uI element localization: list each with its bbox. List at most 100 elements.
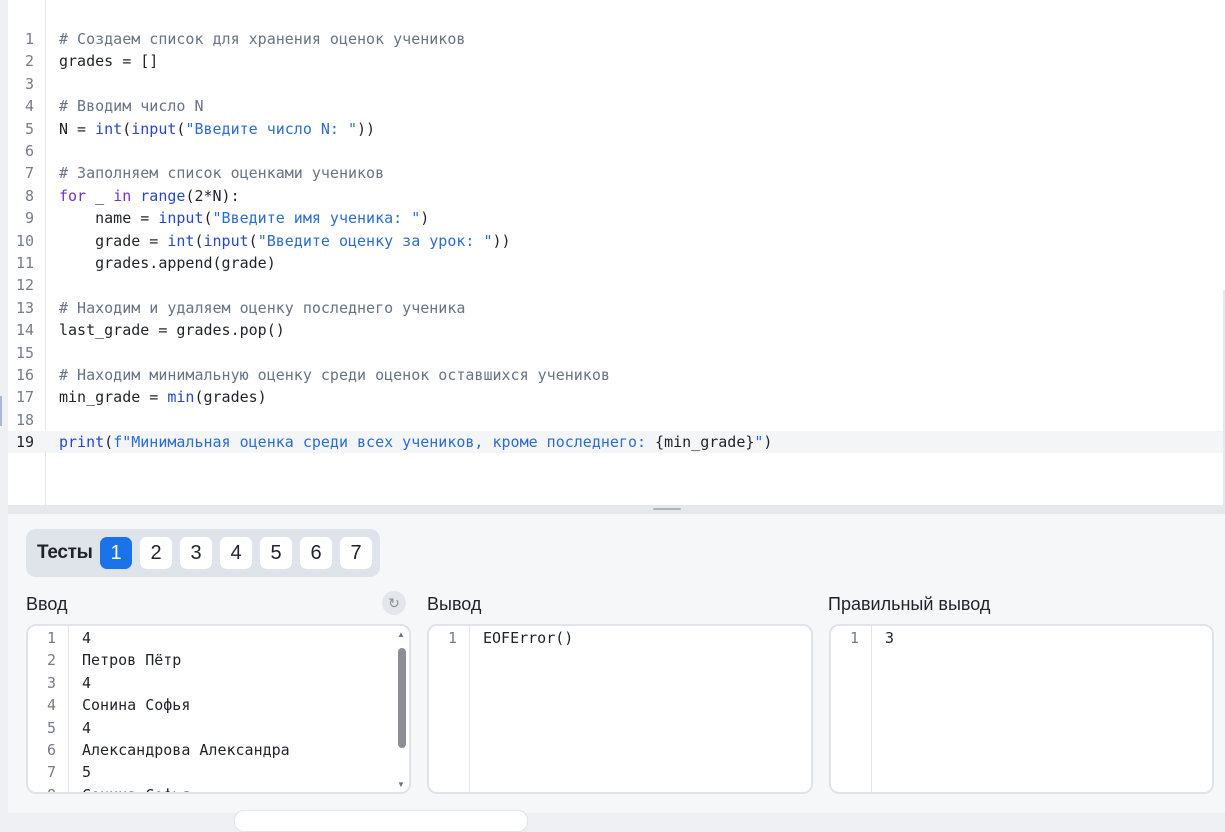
test-tab-4[interactable]: 4 [220, 537, 252, 569]
code-text[interactable]: grade = int(input("Введите оценку за уро… [59, 230, 511, 252]
scroll-up-icon[interactable]: ▲ [395, 630, 407, 640]
code-line[interactable]: 15 [8, 342, 1225, 364]
line-number: 7 [24, 164, 34, 183]
code-text[interactable]: N = int(input("Введите число N: ")) [59, 118, 375, 140]
line-number: 6 [46, 741, 56, 759]
code-line[interactable]: 19 print(f"Минимальная оценка среди всех … [8, 431, 1225, 454]
tests-label: Тесты [37, 542, 93, 563]
code-line[interactable]: 17 min_grade = min(grades) [8, 386, 1225, 408]
code-line[interactable]: 3 [8, 73, 1225, 95]
code-token: input [203, 231, 249, 250]
code-line[interactable]: 11 grades.append(grade) [8, 252, 1225, 274]
code-line[interactable]: 1 # Создаем список для хранения оценок уч… [8, 28, 1225, 50]
line-change-marker [0, 396, 2, 426]
code-text[interactable]: name = input("Введите имя ученика: ") [59, 207, 429, 229]
line-number: 19 [15, 433, 34, 452]
code-line[interactable]: 4 # Вводим число N [8, 95, 1225, 117]
output-gutter [469, 626, 470, 792]
code-line[interactable]: 6 [8, 140, 1225, 162]
code-token: N = [59, 119, 96, 138]
bottom-control[interactable] [234, 810, 528, 832]
line-number: 4 [24, 97, 34, 116]
code-text[interactable]: # Заполняем список оценками учеников [59, 162, 384, 184]
code-token: name = [59, 209, 159, 228]
code-token: )) [492, 231, 511, 250]
code-line[interactable]: 18 [8, 409, 1225, 431]
refresh-icon[interactable]: ↻ [382, 591, 406, 615]
input-line: 4 Сонина Софья [28, 694, 409, 716]
output-line: 1 EOFError() [429, 627, 811, 649]
expected-text: 3 [885, 629, 895, 647]
code-line[interactable]: 13 # Находим и удаляем оценку последнего … [8, 297, 1225, 319]
test-tab-7[interactable]: 7 [340, 537, 372, 569]
code-text[interactable]: for _ in range(2*N): [59, 185, 240, 207]
line-number: 3 [46, 673, 56, 692]
test-tab-3[interactable]: 3 [180, 537, 212, 569]
scroll-thumb[interactable] [398, 648, 406, 748]
code-token: ( [203, 209, 213, 228]
code-text[interactable]: # Находим и удаляем оценку последнего уч… [59, 297, 465, 319]
code-text[interactable]: grades = [] [59, 50, 158, 72]
code-token: (2*N): [185, 186, 240, 205]
input-text: 5 [82, 763, 92, 782]
code-text[interactable]: last_grade = grades.pop() [59, 319, 285, 341]
code-token: input [131, 119, 177, 138]
code-token: min [167, 388, 195, 407]
code-token: # Находим минимальную оценку среди оцено… [59, 366, 610, 384]
code-text[interactable]: min_grade = min(grades) [59, 386, 267, 408]
code-line[interactable]: 7 # Заполняем список оценками учеников [8, 162, 1225, 184]
code-text[interactable]: # Создаем список для хранения оценок уче… [59, 28, 465, 50]
code-token: (grades) [194, 388, 267, 407]
code-token: _ [86, 186, 114, 205]
output-text: EOFError() [483, 629, 574, 647]
code-line[interactable]: 2 grades = [] [8, 50, 1225, 72]
code-line[interactable]: 10 grade = int(input("Введите оценку за … [8, 230, 1225, 252]
expected-gutter [871, 626, 872, 792]
code-token: ( [122, 119, 132, 138]
line-number: 2 [46, 651, 56, 670]
input-editor[interactable]: 1 4 2 Петров Пётр 3 4 4 Сонина Софья 5 4 6 Александ… [26, 624, 411, 794]
input-text: 4 [82, 629, 92, 647]
line-number: 7 [46, 763, 56, 782]
output-view: 1 EOFError() [427, 624, 813, 794]
splitter-handle[interactable] [653, 508, 681, 510]
code-token: f"Минимальная оценка среди всех учеников… [113, 433, 656, 452]
code-token: int [167, 231, 195, 250]
expected-output-view: 13 [829, 624, 1214, 794]
scroll-down-icon[interactable]: ▼ [395, 780, 407, 790]
code-token: ) [763, 433, 773, 452]
code-token: range [140, 186, 186, 205]
input-line: 34 [28, 672, 409, 694]
code-line[interactable]: 16 # Находим минимальную оценку среди оце… [8, 364, 1225, 386]
line-number: 2 [24, 52, 34, 71]
test-tab-5[interactable]: 5 [260, 537, 292, 569]
code-token: ) [420, 209, 430, 228]
code-token: int [95, 119, 123, 138]
code-line[interactable]: 9 name = input("Введите имя ученика: ") [8, 207, 1225, 229]
input-text: Петров Пётр [82, 651, 182, 670]
code-token: "Введите оценку за урок: " [257, 231, 493, 250]
test-tab-2[interactable]: 2 [140, 537, 172, 569]
panel-splitter[interactable] [8, 505, 1225, 514]
code-text[interactable]: # Вводим число N [59, 95, 204, 117]
code-line[interactable]: 5N = int(input("Введите число N: ")) [8, 118, 1225, 140]
code-line[interactable]: 14 last_grade = grades.pop() [8, 319, 1225, 341]
code-token: )) [357, 119, 376, 138]
code-token: # Вводим число N [59, 97, 204, 116]
test-tab-1[interactable]: 1 [100, 537, 132, 569]
code-text[interactable]: grades.append(grade) [59, 252, 276, 274]
line-number: 15 [15, 343, 34, 362]
code-token: in [113, 186, 132, 205]
test-tab-6[interactable]: 6 [300, 537, 332, 569]
line-number: 8 [24, 186, 34, 205]
code-token: "Введите имя ученика: " [212, 209, 421, 228]
code-line[interactable]: 8 for _ in range(2*N): [8, 185, 1225, 207]
code-editor[interactable]: 1 # Создаем список для хранения оценок уч… [8, 0, 1225, 505]
input-title: Ввод [26, 594, 68, 614]
line-number: 1 [46, 629, 56, 647]
code-line[interactable]: 12 [8, 274, 1225, 296]
input-scrollbar[interactable]: ▲ ▼ [395, 630, 407, 790]
line-number: 17 [15, 388, 34, 407]
code-text[interactable]: print(f"Минимальная оценка среди всех уч… [59, 431, 772, 453]
code-text[interactable]: # Находим минимальную оценку среди оцено… [59, 364, 610, 386]
